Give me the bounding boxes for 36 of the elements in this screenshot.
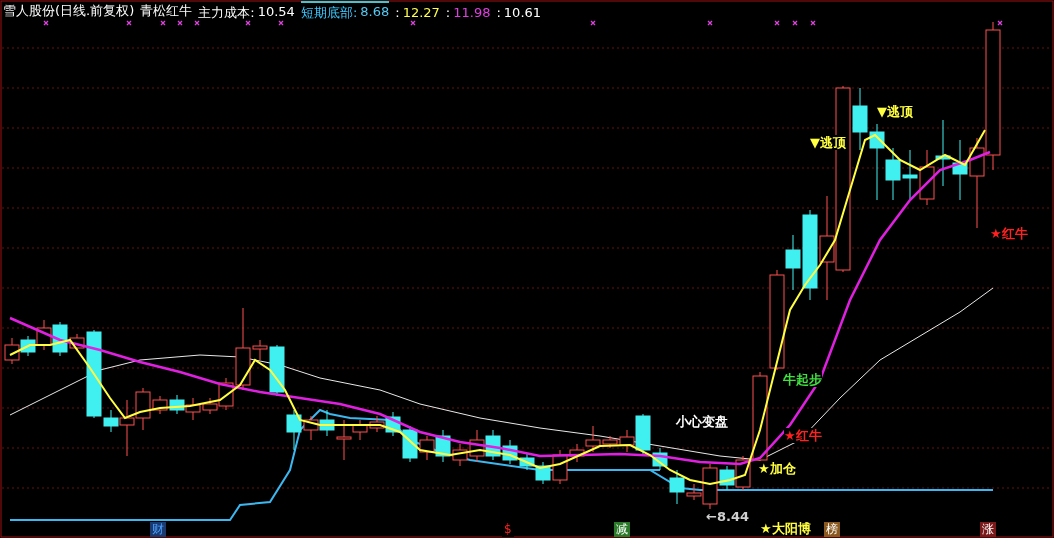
chart-annotation: 小心变盘 — [676, 414, 728, 429]
indicator-name: 青松红牛 — [140, 2, 193, 20]
indicator-label: : — [395, 5, 400, 20]
chart-annotation: ←8.44 — [706, 509, 749, 524]
indicator-label: 主力成本: — [198, 3, 255, 22]
chart-annotation: ★大阳博 — [760, 521, 811, 536]
stock-title: 雪人股份(日线.前复权) — [3, 2, 135, 20]
candlestick — [185, 397, 201, 421]
indicator-label: 短期底部: — [300, 3, 358, 22]
chart-annotation: ▼逃顶 — [810, 135, 846, 150]
signal-marker: 减 — [614, 522, 630, 537]
candlestick — [485, 429, 501, 461]
candlestick — [902, 149, 918, 201]
candlestick — [4, 337, 20, 365]
indicator-value: 8.68 — [360, 3, 390, 21]
chart-annotation: ▼逃顶 — [877, 104, 913, 119]
indicator-value: 10.54 — [257, 3, 295, 21]
chart-annotation: ★加仓 — [758, 461, 796, 476]
signal-marker: 财 — [150, 522, 166, 537]
candlestick — [435, 429, 451, 463]
candlestick — [169, 394, 185, 415]
signal-marker: 榜 — [824, 522, 840, 537]
indicator-value: 10.61 — [503, 5, 542, 20]
candlestick — [935, 119, 951, 187]
indicator-value: 11.98 — [453, 5, 491, 20]
signal-marker: 涨 — [980, 522, 996, 537]
indicator-label: : — [445, 5, 451, 20]
chart-annotation: ★红牛 — [990, 226, 1028, 241]
candlestick — [919, 149, 935, 206]
candlestick — [452, 443, 468, 467]
indicator-value: 12.27 — [402, 5, 440, 20]
candlestick — [469, 429, 485, 463]
chart-annotation: 牛起步 — [783, 372, 822, 387]
signal-marker: $ — [502, 522, 514, 537]
chart-annotation: ★红牛 — [784, 428, 822, 443]
indicator-label: : — [496, 5, 501, 20]
